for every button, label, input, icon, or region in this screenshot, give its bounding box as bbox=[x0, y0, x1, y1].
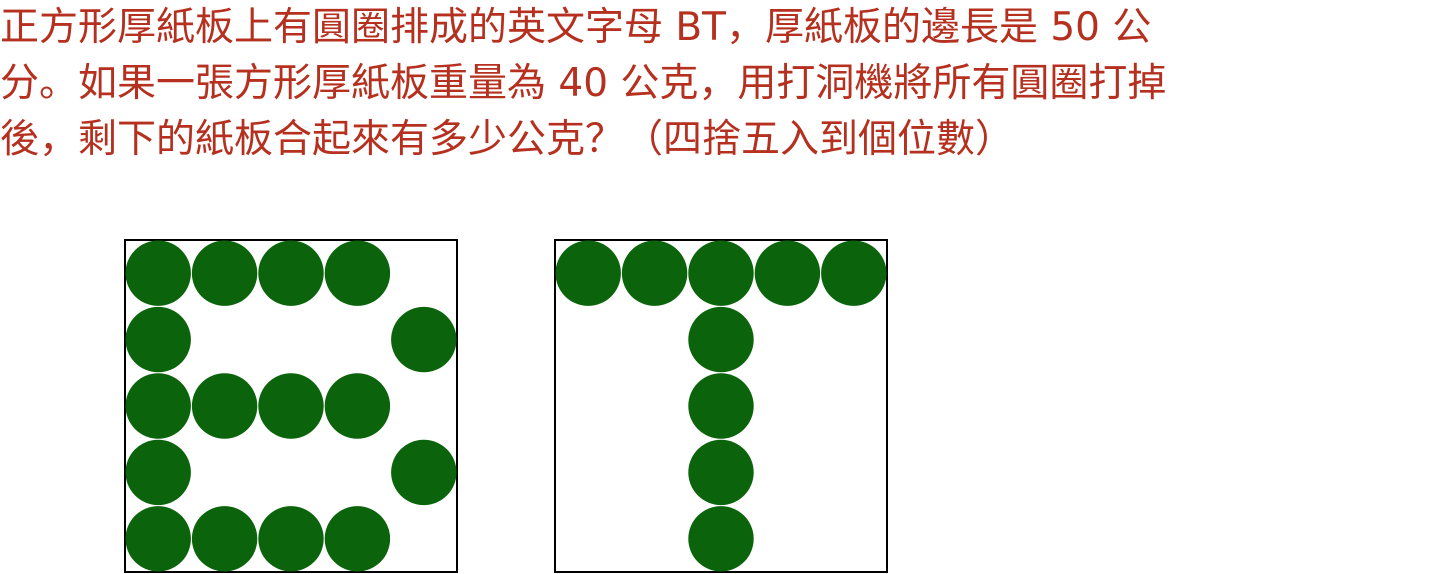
punch-circle bbox=[324, 240, 391, 306]
punch-circle bbox=[125, 306, 191, 373]
punch-circle bbox=[125, 439, 191, 506]
punch-circle bbox=[555, 240, 621, 306]
punch-circle bbox=[191, 240, 258, 306]
bt-cardboard-diagram bbox=[124, 239, 888, 573]
punch-circle bbox=[821, 240, 887, 306]
question-text: 正方形厚紙板上有圓圈排成的英文字母 BT，厚紙板的邊長是 50 公 分。如果一張… bbox=[0, 0, 1435, 168]
punch-circle bbox=[258, 506, 324, 572]
board-letter-b bbox=[124, 239, 458, 573]
punch-circle bbox=[125, 373, 191, 439]
punch-circle bbox=[688, 373, 754, 439]
punch-circle bbox=[688, 506, 754, 572]
punch-circle bbox=[191, 506, 258, 572]
punch-circle bbox=[258, 373, 324, 439]
punch-circle bbox=[125, 240, 191, 306]
punch-circle bbox=[688, 439, 754, 506]
punch-circle bbox=[391, 306, 457, 373]
punch-circle bbox=[125, 506, 191, 572]
punch-circle bbox=[324, 373, 391, 439]
punch-circle bbox=[324, 506, 391, 572]
question-line-1: 正方形厚紙板上有圓圈排成的英文字母 BT，厚紙板的邊長是 50 公 bbox=[0, 5, 1152, 50]
punch-circle bbox=[191, 373, 258, 439]
punch-circle bbox=[621, 240, 688, 306]
punch-circle bbox=[688, 306, 754, 373]
punch-circle bbox=[258, 240, 324, 306]
punch-circle bbox=[754, 240, 821, 306]
punch-circle bbox=[391, 439, 457, 506]
question-line-2: 分。如果一張方形厚紙板重量為 40 公克，用打洞機將所有圓圈打掉 bbox=[0, 61, 1167, 106]
question-line-3: 後，剩下的紙板合起來有多少公克？（四捨五入到個位數） bbox=[0, 117, 1015, 162]
punch-circle bbox=[688, 240, 754, 306]
board-letter-t bbox=[554, 239, 888, 573]
